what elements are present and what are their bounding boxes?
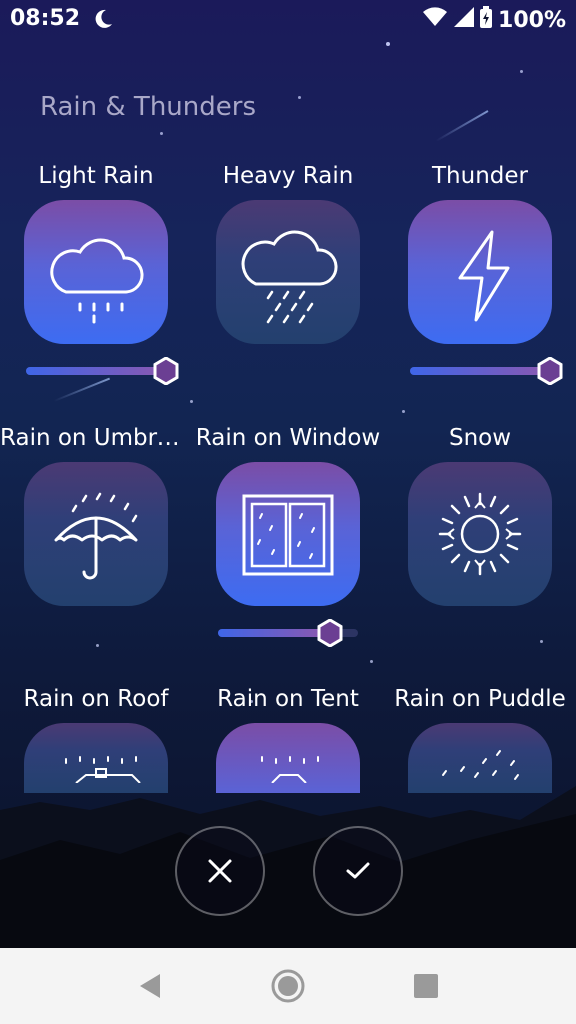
sound-thunder[interactable]: Thunder — [384, 160, 576, 192]
light-rain-volume-slider[interactable] — [26, 356, 180, 386]
sound-rain-on-puddle[interactable]: Rain on Puddle — [384, 683, 576, 715]
status-right: 100% — [422, 6, 566, 34]
star — [540, 640, 543, 643]
umbrella-tile[interactable] — [24, 462, 168, 606]
star — [402, 410, 405, 413]
window-icon — [242, 494, 334, 576]
sound-snow[interactable]: Snow — [384, 422, 576, 454]
signal-icon — [454, 7, 475, 33]
sound-rain-on-roof[interactable]: Rain on Roof — [0, 683, 192, 715]
sound-label: Thunder — [432, 163, 528, 189]
moon-icon — [92, 8, 114, 34]
roof-icon — [65, 756, 141, 783]
battery-icon — [480, 6, 493, 34]
sound-label: Light Rain — [38, 163, 154, 189]
status-bar: 08:52 100% — [0, 0, 576, 40]
heavy-rain-tile[interactable] — [216, 200, 360, 344]
app-background: 08:52 100% Rain & Thunders Light Rain He… — [0, 0, 576, 948]
slider-fill — [26, 367, 166, 375]
heavy-rain-icon — [241, 230, 338, 324]
sound-rain-on-window[interactable]: Rain on Window — [192, 422, 384, 454]
slider-fill — [218, 629, 324, 637]
sound-label: Heavy Rain — [222, 163, 354, 189]
close-icon — [208, 859, 232, 883]
sound-rain-on-umbrella[interactable]: Rain on Umbrel... — [0, 422, 192, 454]
recents-icon[interactable] — [412, 972, 440, 1000]
sound-light-rain[interactable]: Light Rain — [0, 160, 192, 192]
wifi-icon — [422, 6, 448, 34]
thunder-volume-slider[interactable] — [410, 356, 564, 386]
back-icon[interactable] — [136, 968, 164, 1004]
window-tile[interactable] — [216, 462, 360, 606]
slider-thumb[interactable] — [316, 619, 344, 647]
lightning-icon — [458, 230, 510, 322]
light-rain-tile[interactable] — [24, 200, 168, 344]
status-time: 08:52 — [10, 6, 81, 31]
umbrella-icon — [54, 492, 138, 580]
sound-heavy-rain[interactable]: Heavy Rain — [192, 160, 384, 192]
star — [96, 644, 99, 647]
check-icon — [346, 862, 370, 879]
star — [298, 96, 301, 99]
slider-thumb[interactable] — [536, 357, 564, 385]
window-volume-slider[interactable] — [218, 618, 358, 648]
sound-label: Rain on Tent — [217, 686, 359, 712]
slider-fill — [410, 367, 550, 375]
light-rain-icon — [50, 238, 144, 324]
thunder-tile[interactable] — [408, 200, 552, 344]
puddle-icon — [442, 750, 519, 780]
star — [386, 42, 390, 46]
sound-label: Rain on Umbrel... — [0, 425, 192, 451]
sound-label: Snow — [448, 425, 512, 451]
sound-label: Rain on Puddle — [394, 686, 566, 712]
star — [160, 132, 163, 135]
star — [190, 400, 193, 403]
snowflake-icon — [438, 492, 522, 576]
star — [520, 70, 523, 73]
navigation-bar — [0, 948, 576, 1024]
battery-percent: 100% — [498, 7, 566, 33]
sound-label: Rain on Roof — [23, 686, 169, 712]
sound-label: Rain on Window — [195, 425, 381, 451]
snow-tile[interactable] — [408, 462, 552, 606]
star — [370, 660, 373, 663]
home-icon[interactable] — [270, 968, 306, 1004]
section-title: Rain & Thunders — [40, 92, 256, 122]
sound-rain-on-tent[interactable]: Rain on Tent — [192, 683, 384, 715]
confirm-button[interactable] — [313, 826, 403, 916]
cancel-button[interactable] — [175, 826, 265, 916]
slider-thumb[interactable] — [152, 357, 180, 385]
mountains-silhouette — [0, 786, 576, 948]
shooting-star — [435, 110, 489, 142]
tent-icon — [261, 756, 319, 783]
